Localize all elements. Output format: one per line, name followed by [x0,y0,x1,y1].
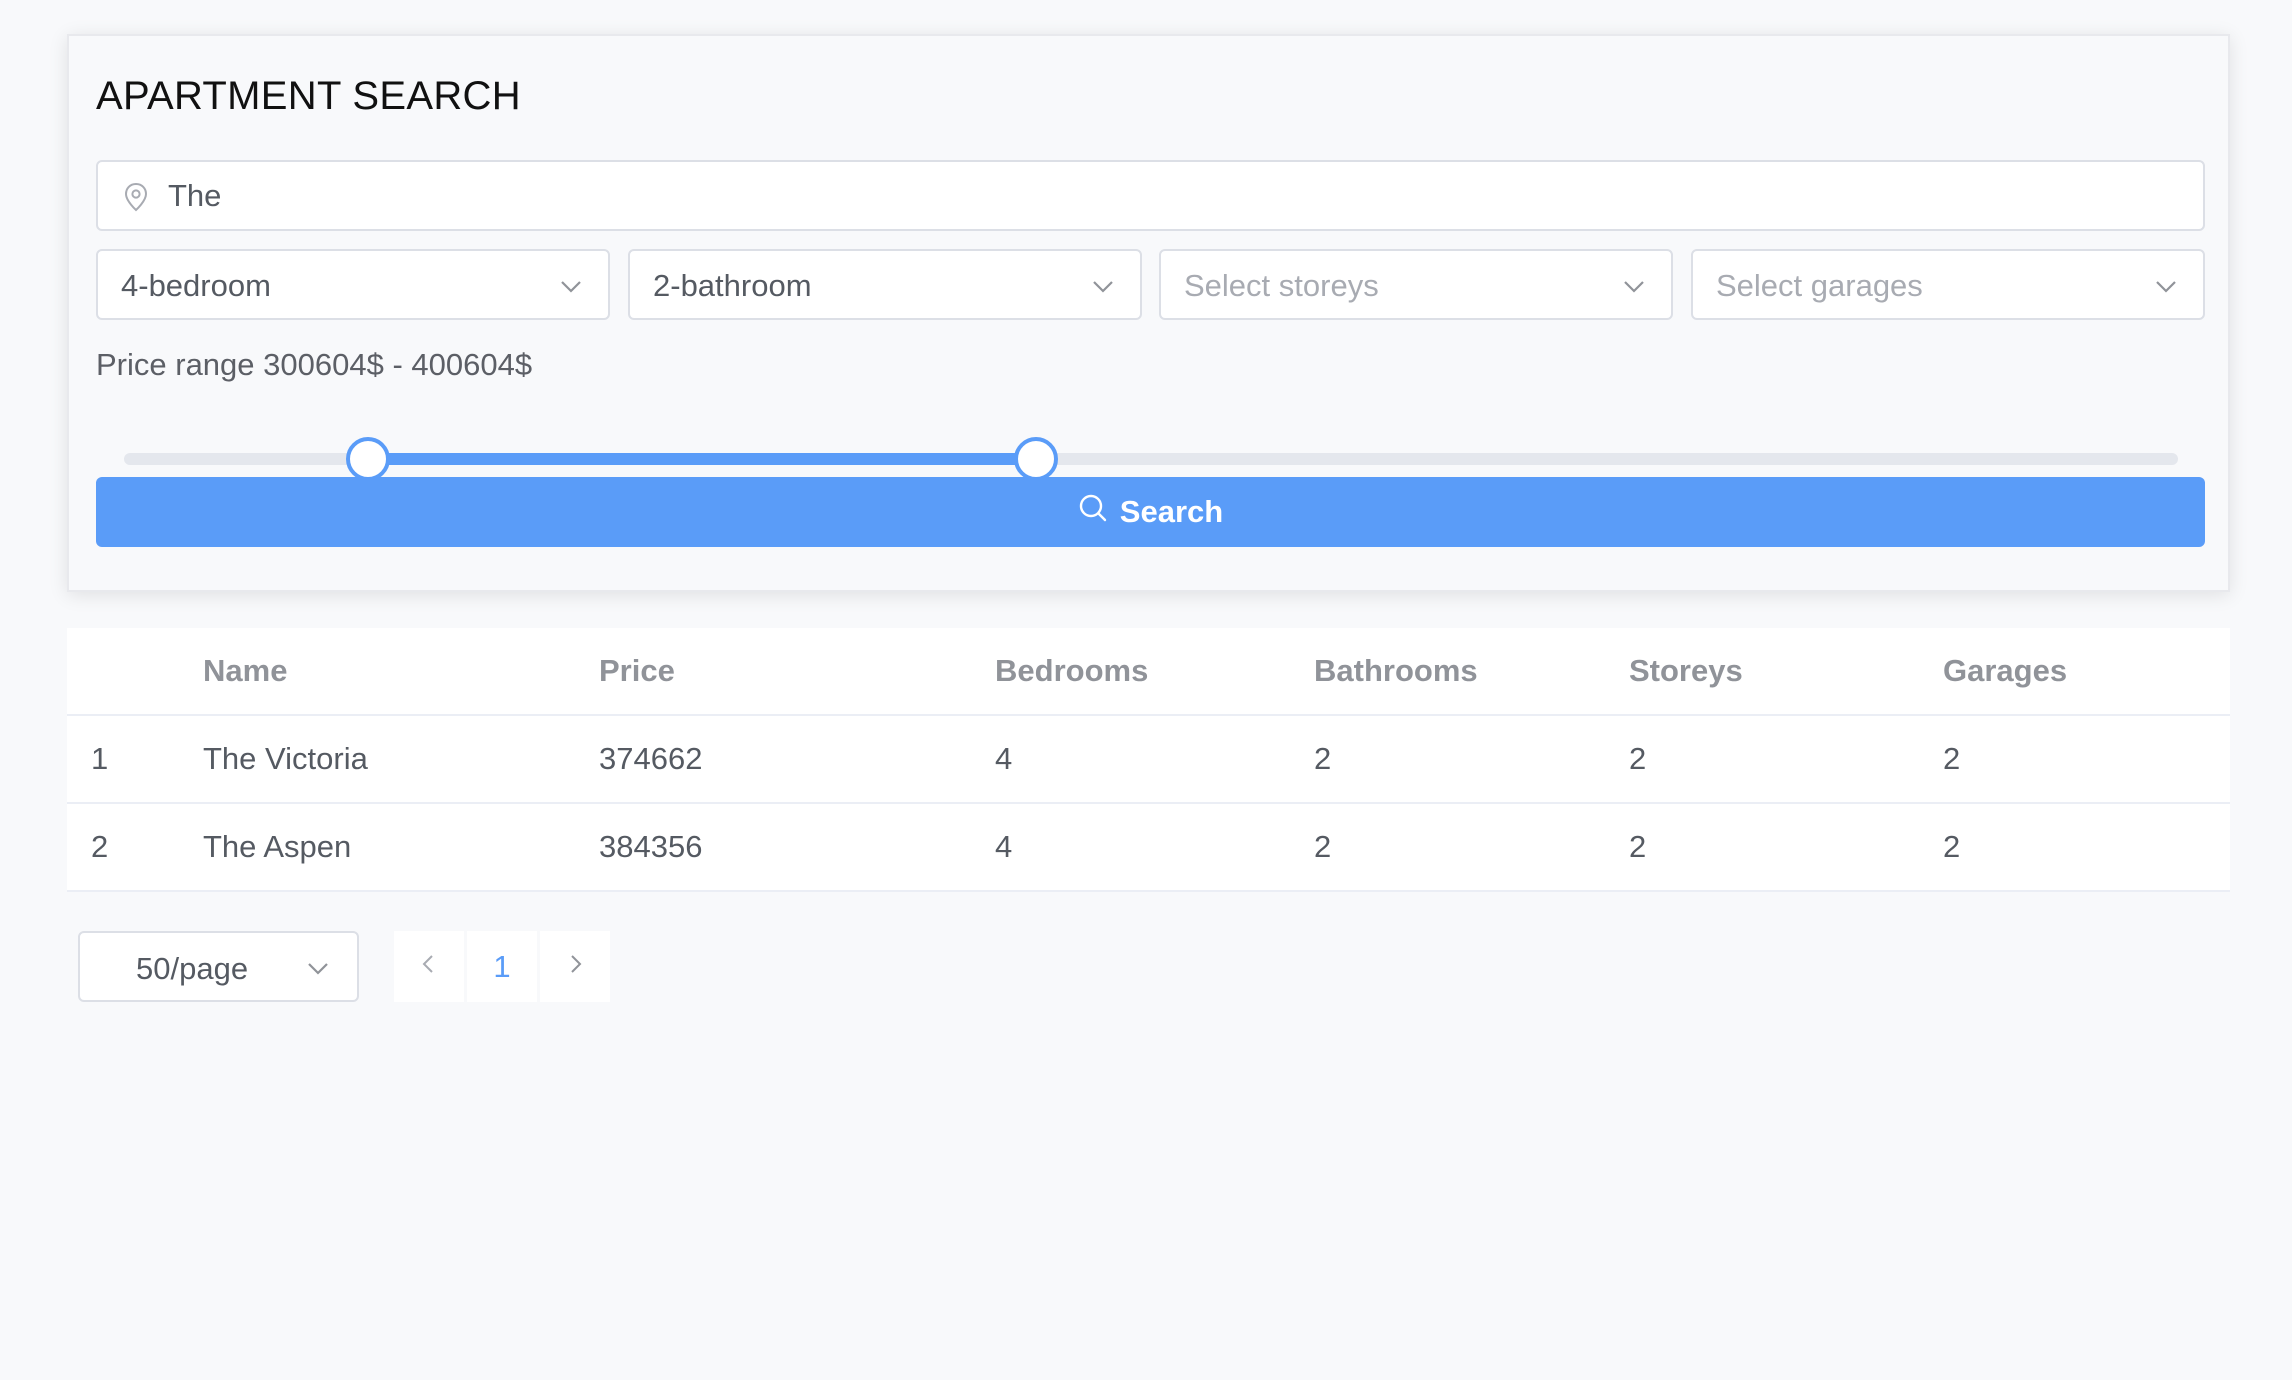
column-header-storeys[interactable]: Storeys [1629,628,1743,714]
search-button-label: Search [1119,494,1224,529]
bathrooms-select[interactable]: 2-bathroom [628,249,1142,320]
results-table: Name Price Bedrooms Bathrooms Storeys Garages… [67,628,2230,892]
garages-select-placeholder: Select garages [1716,268,1923,303]
bedrooms-select-value: 4-bedroom [121,268,271,303]
chevron-right-icon [564,953,586,980]
table-cell-price: 374662 [599,741,703,776]
chevron-left-icon [418,953,440,980]
column-header-garages[interactable]: Garages [1943,628,2067,714]
slider-selected-range [368,453,1036,465]
search-panel: APARTMENT SEARCH 4-bedroom 2-bathroom Se… [67,34,2230,592]
table-cell-name: The Aspen [203,829,352,864]
chevron-down-icon [1090,273,1116,299]
table-cell-bathrooms: 2 [1314,829,1332,864]
column-header-price[interactable]: Price [599,628,675,714]
search-icon [1078,493,1108,531]
bedrooms-select[interactable]: 4-bedroom [96,249,610,320]
location-field[interactable] [96,160,2205,231]
table-row[interactable]: 1 The Victoria 374662 4 2 2 2 [67,716,2230,804]
column-header-name[interactable]: Name [203,628,287,714]
search-button[interactable]: Search [96,477,2205,547]
column-header-bedrooms[interactable]: Bedrooms [995,628,1148,714]
table-cell-bathrooms: 2 [1314,741,1332,776]
table-cell-bedrooms: 4 [995,829,1013,864]
garages-select[interactable]: Select garages [1691,249,2205,320]
table-cell-garages: 2 [1943,741,1961,776]
prev-page-button[interactable] [394,931,464,1002]
table-cell-price: 384356 [599,829,703,864]
location-input[interactable] [168,170,2168,222]
page-size-value: 50/page [136,951,249,986]
table-cell-storeys: 2 [1629,741,1647,776]
bathrooms-select-value: 2-bathroom [653,268,812,303]
table-row[interactable]: 2 The Aspen 384356 4 2 2 2 [67,804,2230,892]
storeys-select[interactable]: Select storeys [1159,249,1673,320]
slider-min-handle[interactable] [346,437,391,481]
page-title: APARTMENT SEARCH [96,74,521,118]
slider-max-handle[interactable] [1013,437,1058,481]
location-pin-icon [122,182,150,212]
page-size-select[interactable]: 50/page [78,931,359,1002]
chevron-down-icon [2153,273,2179,299]
chevron-down-icon [558,273,584,299]
table-cell-index: 1 [91,741,109,776]
table-cell-index: 2 [91,829,109,864]
table-cell-bedrooms: 4 [995,741,1013,776]
next-page-button[interactable] [540,931,610,1002]
table-cell-garages: 2 [1943,829,1961,864]
chevron-down-icon [1621,273,1647,299]
storeys-select-placeholder: Select storeys [1184,268,1379,303]
table-cell-storeys: 2 [1629,829,1647,864]
chevron-down-icon [305,955,331,981]
price-range-label: Price range 300604$ - 400604$ [96,347,533,382]
table-header-row: Name Price Bedrooms Bathrooms Storeys Garages [67,628,2230,716]
table-cell-name: The Victoria [203,741,368,776]
column-header-bathrooms[interactable]: Bathrooms [1314,628,1478,714]
page-number-button[interactable]: 1 [467,931,537,1002]
